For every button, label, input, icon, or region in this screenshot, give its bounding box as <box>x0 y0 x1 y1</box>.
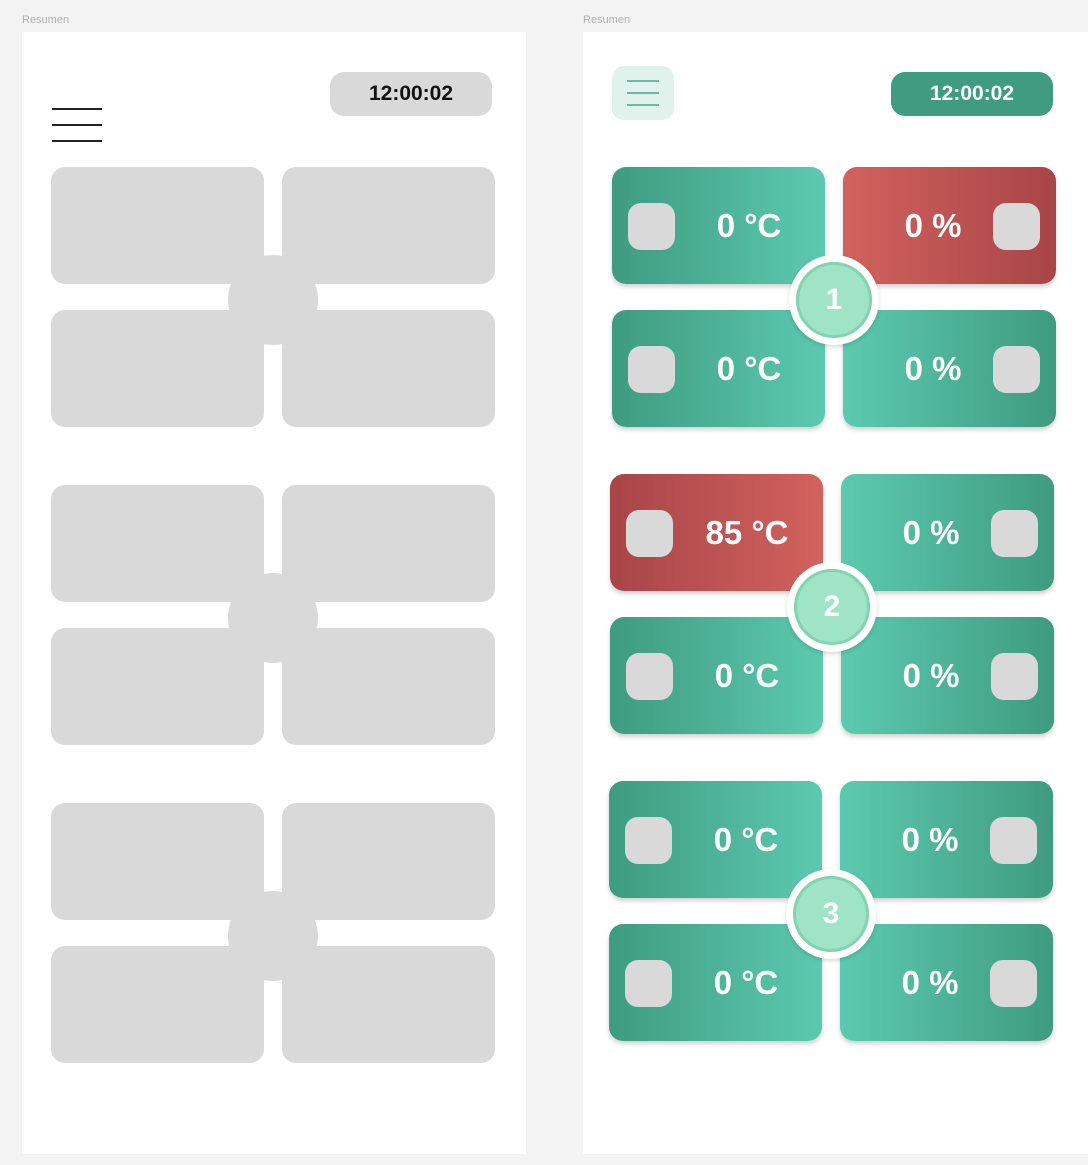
humidity-tile[interactable]: 0 % <box>841 474 1054 591</box>
placeholder-tile <box>51 485 264 602</box>
status-indicator <box>626 510 673 557</box>
status-indicator <box>990 817 1037 864</box>
placeholder-hub <box>228 891 318 981</box>
group-number-badge[interactable]: 3 <box>786 869 876 959</box>
frame-label-wireframe: Resumen <box>22 14 70 26</box>
menu-icon[interactable] <box>612 66 674 120</box>
temperature-tile[interactable]: 0 °C <box>610 617 823 734</box>
placeholder-tile <box>51 310 264 427</box>
placeholder-tile <box>51 803 264 920</box>
placeholder-tile <box>282 946 495 1063</box>
status-indicator <box>628 346 675 393</box>
temperature-value: 0 °C <box>713 963 779 1001</box>
temperature-value: 85 °C <box>705 513 789 551</box>
placeholder-tile <box>51 628 264 745</box>
temperature-tile[interactable]: 85 °C <box>610 474 823 591</box>
temperature-tile[interactable]: 0 °C <box>612 310 825 427</box>
placeholder-group <box>51 167 495 429</box>
placeholder-tile <box>51 946 264 1063</box>
placeholder-tile <box>282 310 495 427</box>
humidity-value: 0 % <box>901 963 959 1001</box>
temperature-value: 0 °C <box>714 656 780 694</box>
group-number-badge[interactable]: 1 <box>789 255 879 345</box>
group-number-badge[interactable]: 2 <box>787 562 877 652</box>
group-number: 1 <box>796 262 872 338</box>
temperature-tile[interactable]: 0 °C <box>609 781 822 898</box>
group-number: 3 <box>793 876 869 952</box>
temperature-tile[interactable]: 0 °C <box>609 924 822 1041</box>
sensor-group-3: 0 °C 0 % 0 °C 0 % 3 <box>609 781 1053 1043</box>
group-number: 2 <box>794 569 870 645</box>
humidity-tile[interactable]: 0 % <box>840 924 1053 1041</box>
sensor-group-2: 85 °C 0 % 0 °C 0 % 2 <box>610 474 1054 736</box>
dashboard-screen: 12:00:02 0 °C 0 % 0 °C 0 % 1 85 °C 0 % 0… <box>583 32 1088 1154</box>
status-indicator <box>990 960 1037 1007</box>
wireframe-screen: 12:00:02 <box>22 32 526 1154</box>
sensor-group-1: 0 °C 0 % 0 °C 0 % 1 <box>612 167 1056 429</box>
status-indicator <box>993 203 1040 250</box>
temperature-value: 0 °C <box>716 349 782 387</box>
menu-icon[interactable] <box>50 98 104 152</box>
placeholder-tile <box>51 167 264 284</box>
temperature-value: 0 °C <box>713 820 779 858</box>
status-indicator <box>991 653 1038 700</box>
frame-label-design: Resumen <box>583 14 631 26</box>
humidity-value: 0 % <box>902 656 960 694</box>
placeholder-group <box>51 803 495 1065</box>
placeholder-tile <box>282 628 495 745</box>
humidity-tile[interactable]: 0 % <box>843 310 1056 427</box>
humidity-value: 0 % <box>904 349 962 387</box>
humidity-value: 0 % <box>902 513 960 551</box>
status-indicator <box>991 510 1038 557</box>
humidity-tile[interactable]: 0 % <box>843 167 1056 284</box>
status-indicator <box>625 960 672 1007</box>
temperature-tile[interactable]: 0 °C <box>612 167 825 284</box>
status-indicator <box>626 653 673 700</box>
humidity-tile[interactable]: 0 % <box>840 781 1053 898</box>
clock-display: 12:00:02 <box>330 72 492 116</box>
humidity-tile[interactable]: 0 % <box>841 617 1054 734</box>
status-indicator <box>628 203 675 250</box>
placeholder-tile <box>282 485 495 602</box>
placeholder-group <box>51 485 495 747</box>
placeholder-hub <box>228 573 318 663</box>
temperature-value: 0 °C <box>716 206 782 244</box>
clock-display: 12:00:02 <box>891 72 1053 116</box>
status-indicator <box>625 817 672 864</box>
humidity-value: 0 % <box>904 206 962 244</box>
placeholder-tile <box>282 803 495 920</box>
placeholder-tile <box>282 167 495 284</box>
humidity-value: 0 % <box>901 820 959 858</box>
status-indicator <box>993 346 1040 393</box>
placeholder-hub <box>228 255 318 345</box>
